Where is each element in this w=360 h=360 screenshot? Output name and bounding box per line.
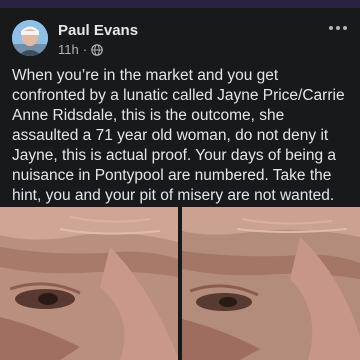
status-strip bbox=[0, 0, 360, 8]
post-meta: 11h · bbox=[58, 42, 103, 57]
post-header: Paul Evans 11h · bbox=[0, 8, 360, 64]
injury-photo-1[interactable] bbox=[0, 207, 178, 360]
author-name[interactable]: Paul Evans bbox=[58, 22, 138, 39]
avatar[interactable] bbox=[12, 20, 48, 56]
post-time[interactable]: 11h bbox=[58, 42, 79, 57]
more-dots-icon bbox=[329, 26, 347, 30]
more-options-button[interactable] bbox=[324, 18, 352, 38]
post-text: When you’re in the market and you get co… bbox=[12, 67, 345, 204]
globe-icon bbox=[91, 43, 103, 56]
injury-photo-2[interactable] bbox=[182, 207, 360, 360]
